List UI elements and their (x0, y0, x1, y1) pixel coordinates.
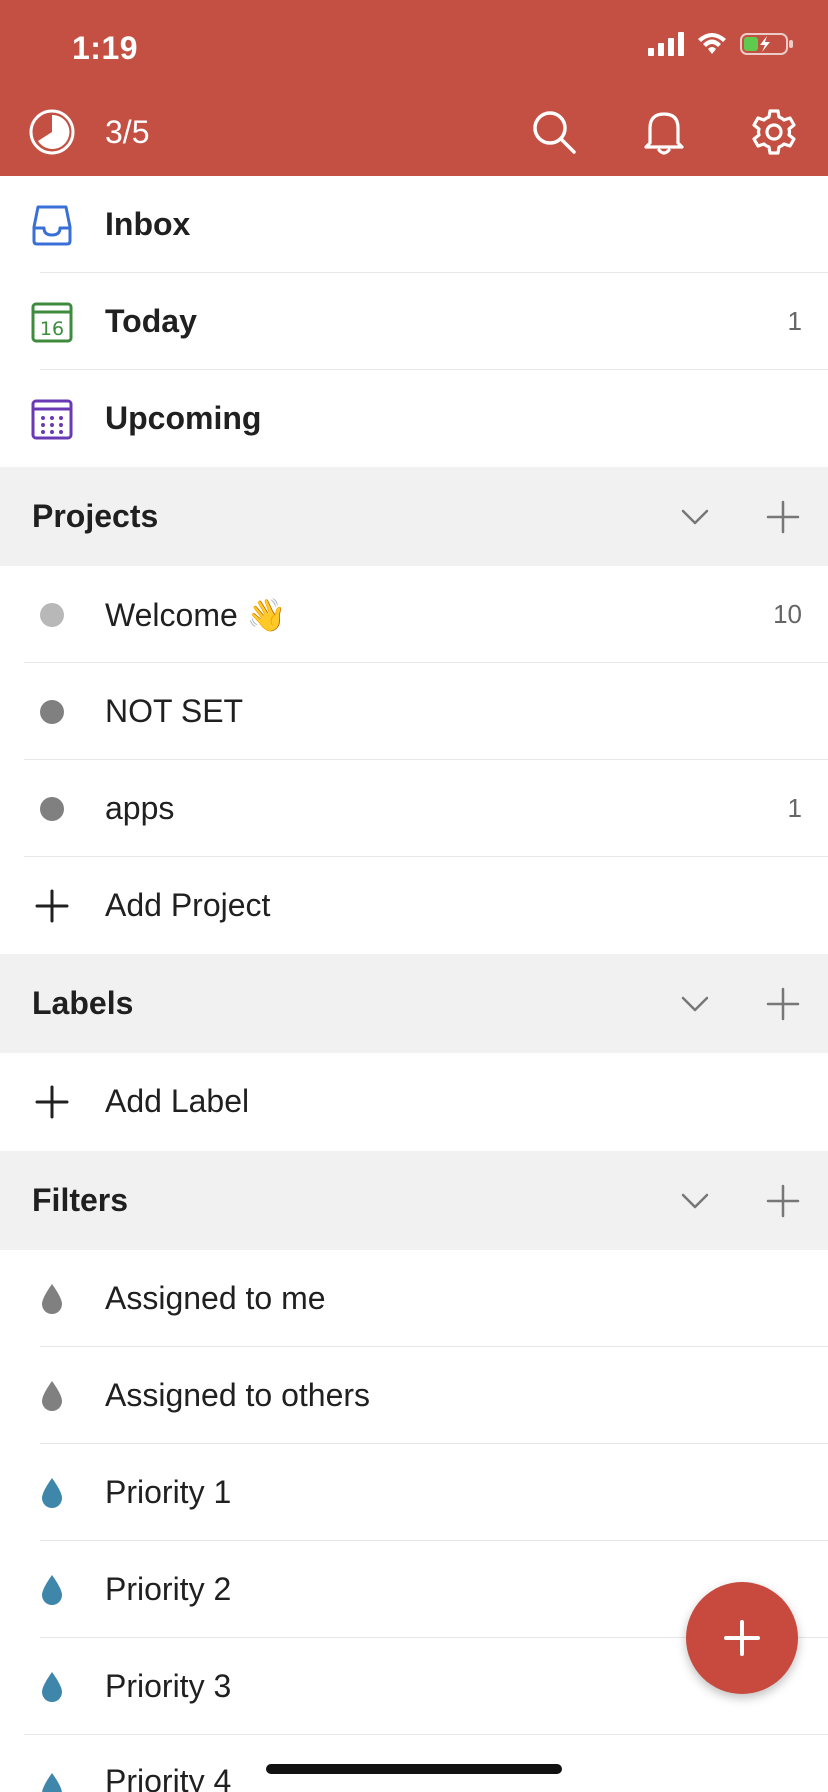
drop-icon (29, 1276, 75, 1322)
battery-icon (740, 33, 793, 55)
chevron-down-icon[interactable] (675, 1181, 715, 1221)
project-label: NOT SET (105, 693, 244, 729)
nav-inbox[interactable]: Inbox (0, 176, 828, 273)
drop-icon (29, 1765, 75, 1792)
project-item[interactable]: NOT SET (0, 663, 828, 760)
filter-item[interactable]: Priority 1 (0, 1444, 828, 1541)
cellular-signal-icon (648, 32, 684, 56)
section-title: Projects (32, 498, 159, 534)
notifications-button[interactable] (638, 106, 690, 158)
drop-icon (29, 1470, 75, 1516)
filter-item[interactable]: Assigned to me (0, 1250, 828, 1347)
filter-label: Assigned to me (105, 1280, 326, 1316)
project-label: Welcome 👋 (105, 596, 287, 633)
settings-button[interactable] (748, 106, 800, 158)
drop-icon (29, 1373, 75, 1419)
add-label-button[interactable]: Add Label (0, 1053, 828, 1150)
project-label: apps (105, 790, 175, 826)
projects-section-header[interactable]: Projects (0, 467, 828, 566)
add-label-label: Add Label (105, 1083, 250, 1119)
karma-button[interactable]: 3/5 (28, 108, 149, 156)
calendar-today-icon: 16 (29, 299, 75, 345)
nav-label: Upcoming (105, 400, 262, 436)
drop-icon (29, 1664, 75, 1710)
search-icon (533, 111, 576, 154)
add-label-plus-icon[interactable] (763, 984, 803, 1024)
filter-label: Priority 2 (105, 1571, 232, 1607)
search-button[interactable] (528, 106, 580, 158)
bell-icon (644, 112, 684, 155)
chevron-down-icon[interactable] (675, 984, 715, 1024)
project-item[interactable]: apps 1 (0, 760, 828, 857)
nav-label: Today (105, 303, 197, 339)
inbox-icon (29, 202, 75, 248)
labels-section-header[interactable]: Labels (0, 954, 828, 1053)
karma-icon (29, 109, 75, 155)
today-day-number: 16 (40, 318, 64, 340)
filters-section-header[interactable]: Filters (0, 1151, 828, 1250)
task-count: 10 (773, 599, 802, 629)
section-title: Filters (32, 1182, 129, 1218)
nav-upcoming[interactable]: Upcoming (0, 370, 828, 467)
filter-item[interactable]: Assigned to others (0, 1347, 828, 1444)
plus-icon (724, 1620, 760, 1656)
project-dot-icon (29, 689, 75, 735)
section-title: Labels (32, 985, 134, 1021)
project-dot-icon (29, 592, 75, 638)
add-project-plus-icon[interactable] (763, 497, 803, 537)
plus-icon (29, 1079, 75, 1125)
task-count: 1 (787, 306, 802, 336)
nav-today[interactable]: 16 Today 1 (0, 273, 828, 370)
add-filter-plus-icon[interactable] (763, 1181, 803, 1221)
add-task-fab[interactable] (686, 1582, 798, 1694)
home-indicator (266, 1764, 562, 1774)
karma-progress: 3/5 (105, 113, 150, 150)
drop-icon (29, 1567, 75, 1613)
add-project-label: Add Project (105, 887, 271, 923)
filter-label: Priority 3 (105, 1668, 232, 1704)
filter-label: Priority 4 (105, 1763, 232, 1792)
add-project-button[interactable]: Add Project (0, 857, 828, 954)
status-icons (648, 32, 794, 56)
plus-icon (29, 883, 75, 929)
filter-label: Assigned to others (105, 1377, 371, 1413)
chevron-down-icon[interactable] (675, 497, 715, 537)
gear-icon (752, 109, 796, 155)
task-count: 1 (787, 793, 802, 823)
wifi-icon (698, 33, 726, 54)
project-item[interactable]: Welcome 👋 10 (0, 566, 828, 663)
project-dot-icon (29, 786, 75, 832)
filter-label: Priority 1 (105, 1474, 232, 1510)
app-header: 1:19 3/5 (0, 0, 828, 176)
calendar-upcoming-icon (29, 396, 75, 442)
status-time: 1:19 (72, 30, 139, 66)
nav-label: Inbox (105, 206, 191, 242)
